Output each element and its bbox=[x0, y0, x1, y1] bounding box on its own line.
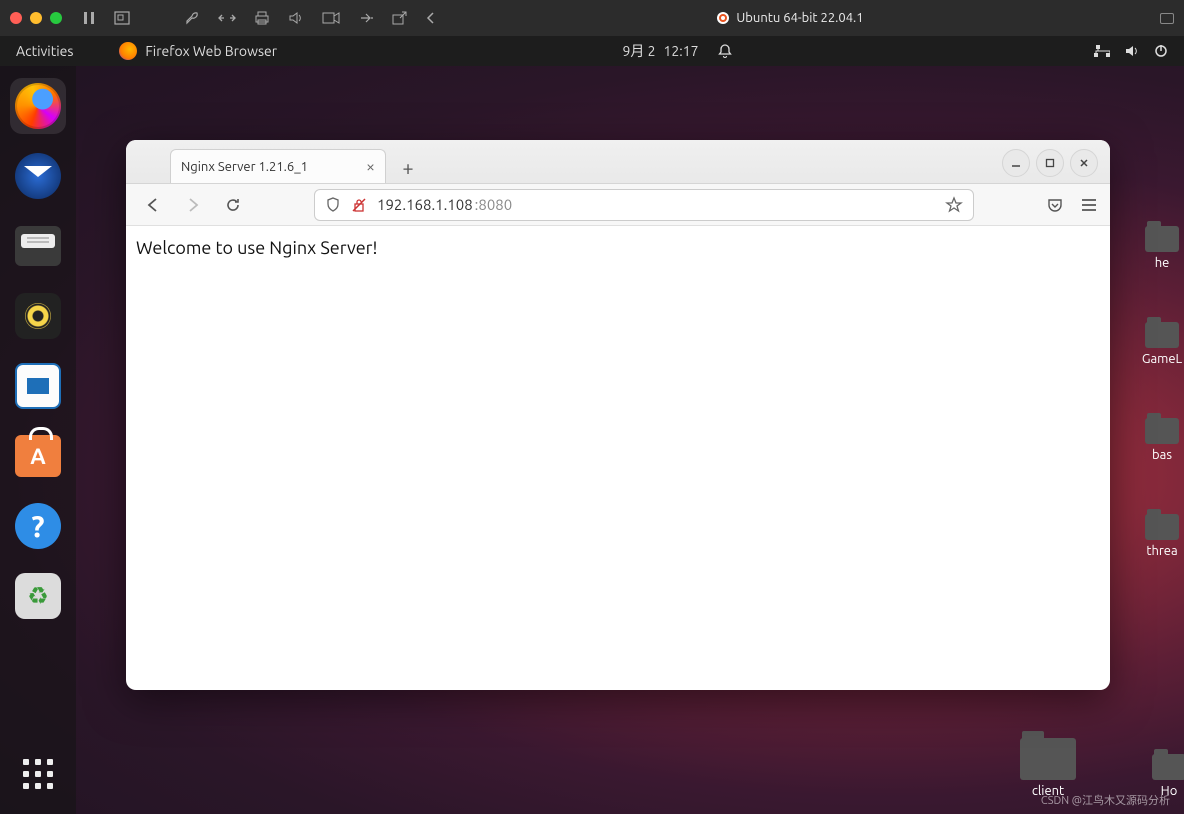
power-icon bbox=[1154, 44, 1168, 58]
host-zoom-button[interactable] bbox=[50, 12, 62, 24]
clock-time: 12:17 bbox=[664, 43, 699, 59]
dock-rhythmbox[interactable] bbox=[10, 288, 66, 344]
window-maximize-button[interactable] bbox=[1036, 149, 1064, 177]
dock-firefox[interactable] bbox=[10, 78, 66, 134]
folder-icon bbox=[1145, 418, 1179, 444]
bookmark-star-icon[interactable] bbox=[945, 196, 963, 214]
url-bar[interactable]: 192.168.1.108:8080 bbox=[314, 189, 974, 221]
dock-thunderbird[interactable] bbox=[10, 148, 66, 204]
host-toolbar-icons bbox=[82, 10, 436, 26]
url-port: :8080 bbox=[475, 196, 513, 213]
active-app-indicator[interactable]: Firefox Web Browser bbox=[89, 42, 277, 60]
host-close-button[interactable] bbox=[10, 12, 22, 24]
window-traffic-lights bbox=[10, 12, 62, 24]
usb-icon[interactable] bbox=[358, 11, 374, 25]
desktop-folder[interactable]: GameL bbox=[1142, 322, 1182, 366]
firefox-icon bbox=[15, 83, 61, 129]
nav-back-button[interactable] bbox=[138, 190, 168, 220]
nav-forward-button[interactable] bbox=[178, 190, 208, 220]
clock-area[interactable]: 9月 2 12:17 bbox=[623, 41, 733, 61]
activities-button[interactable]: Activities bbox=[0, 43, 89, 59]
chevron-left-icon[interactable] bbox=[426, 11, 436, 25]
folder-icon bbox=[1145, 322, 1179, 348]
desktop-folder[interactable]: bas bbox=[1145, 418, 1179, 462]
firefox-toolbar: 192.168.1.108:8080 bbox=[126, 184, 1110, 226]
ubuntu-logo-icon bbox=[716, 11, 730, 25]
folder-icon bbox=[1145, 514, 1179, 540]
host-titlebar: Ubuntu 64-bit 22.04.1 bbox=[0, 0, 1184, 36]
desktop-folder[interactable]: threa bbox=[1145, 514, 1179, 558]
desktop-folder-client[interactable]: client bbox=[1020, 738, 1076, 798]
folder-icon bbox=[1020, 738, 1076, 780]
bell-icon bbox=[717, 43, 733, 59]
insecure-lock-icon[interactable] bbox=[351, 197, 367, 213]
pause-icon[interactable] bbox=[82, 11, 96, 25]
desktop: ? he GameL bas threa client Ho Nginx Ser… bbox=[0, 66, 1184, 814]
firefox-mini-icon bbox=[119, 42, 137, 60]
firefox-window: Nginx Server 1.21.6_1 × + 192.168.1.108:… bbox=[126, 140, 1110, 690]
desktop-folder-column: he GameL bas threa bbox=[1140, 226, 1184, 558]
window-minimize-button[interactable] bbox=[1002, 149, 1030, 177]
camera-icon[interactable] bbox=[322, 12, 340, 24]
dock-software[interactable] bbox=[10, 428, 66, 484]
firefox-tabbar: Nginx Server 1.21.6_1 × + bbox=[126, 140, 1110, 184]
app-menu-icon[interactable] bbox=[1080, 198, 1098, 212]
tab-close-button[interactable]: × bbox=[366, 159, 375, 175]
desktop-folder[interactable]: he bbox=[1145, 226, 1179, 270]
printer-icon[interactable] bbox=[254, 11, 270, 25]
host-maximize-icon[interactable] bbox=[1160, 13, 1174, 24]
tab-title: Nginx Server 1.21.6_1 bbox=[181, 160, 308, 174]
dock-writer[interactable] bbox=[10, 358, 66, 414]
help-icon: ? bbox=[15, 503, 61, 549]
libreoffice-writer-icon bbox=[15, 363, 61, 409]
share-icon[interactable] bbox=[392, 11, 408, 25]
host-window-title: Ubuntu 64-bit 22.04.1 bbox=[736, 11, 863, 25]
clock-date: 9月 2 bbox=[623, 41, 656, 61]
show-applications-button[interactable] bbox=[18, 754, 58, 794]
dock-help[interactable]: ? bbox=[10, 498, 66, 554]
watermark: CSDN @江鸟木又源码分析 bbox=[1041, 792, 1170, 808]
dock-trash[interactable] bbox=[10, 568, 66, 624]
dock-files[interactable] bbox=[10, 218, 66, 274]
ubuntu-software-icon bbox=[15, 435, 61, 477]
system-status-area[interactable] bbox=[1078, 44, 1184, 58]
folder-icon bbox=[1152, 754, 1184, 780]
nav-reload-button[interactable] bbox=[218, 190, 248, 220]
folder-icon bbox=[1145, 226, 1179, 252]
page-content: Welcome to use Nginx Server! bbox=[126, 226, 1110, 690]
network-icon bbox=[1094, 44, 1110, 58]
resize-icon[interactable] bbox=[218, 11, 236, 25]
snapshot-icon[interactable] bbox=[114, 11, 130, 25]
window-close-button[interactable] bbox=[1070, 149, 1098, 177]
thunderbird-icon bbox=[15, 153, 61, 199]
shield-icon[interactable] bbox=[325, 197, 341, 213]
host-minimize-button[interactable] bbox=[30, 12, 42, 24]
page-heading: Welcome to use Nginx Server! bbox=[136, 238, 1100, 258]
volume-icon bbox=[1124, 44, 1140, 58]
rhythmbox-icon bbox=[15, 293, 61, 339]
new-tab-button[interactable]: + bbox=[392, 151, 424, 183]
active-app-label: Firefox Web Browser bbox=[145, 43, 277, 59]
dock: ? bbox=[0, 66, 76, 814]
wrench-icon[interactable] bbox=[184, 10, 200, 26]
files-icon bbox=[15, 226, 61, 266]
sound-icon[interactable] bbox=[288, 11, 304, 25]
browser-tab[interactable]: Nginx Server 1.21.6_1 × bbox=[170, 149, 386, 183]
pocket-icon[interactable] bbox=[1046, 196, 1064, 214]
gnome-topbar: Activities Firefox Web Browser 9月 2 12:1… bbox=[0, 36, 1184, 66]
trash-icon bbox=[15, 573, 61, 619]
url-host: 192.168.1.108 bbox=[377, 196, 473, 213]
